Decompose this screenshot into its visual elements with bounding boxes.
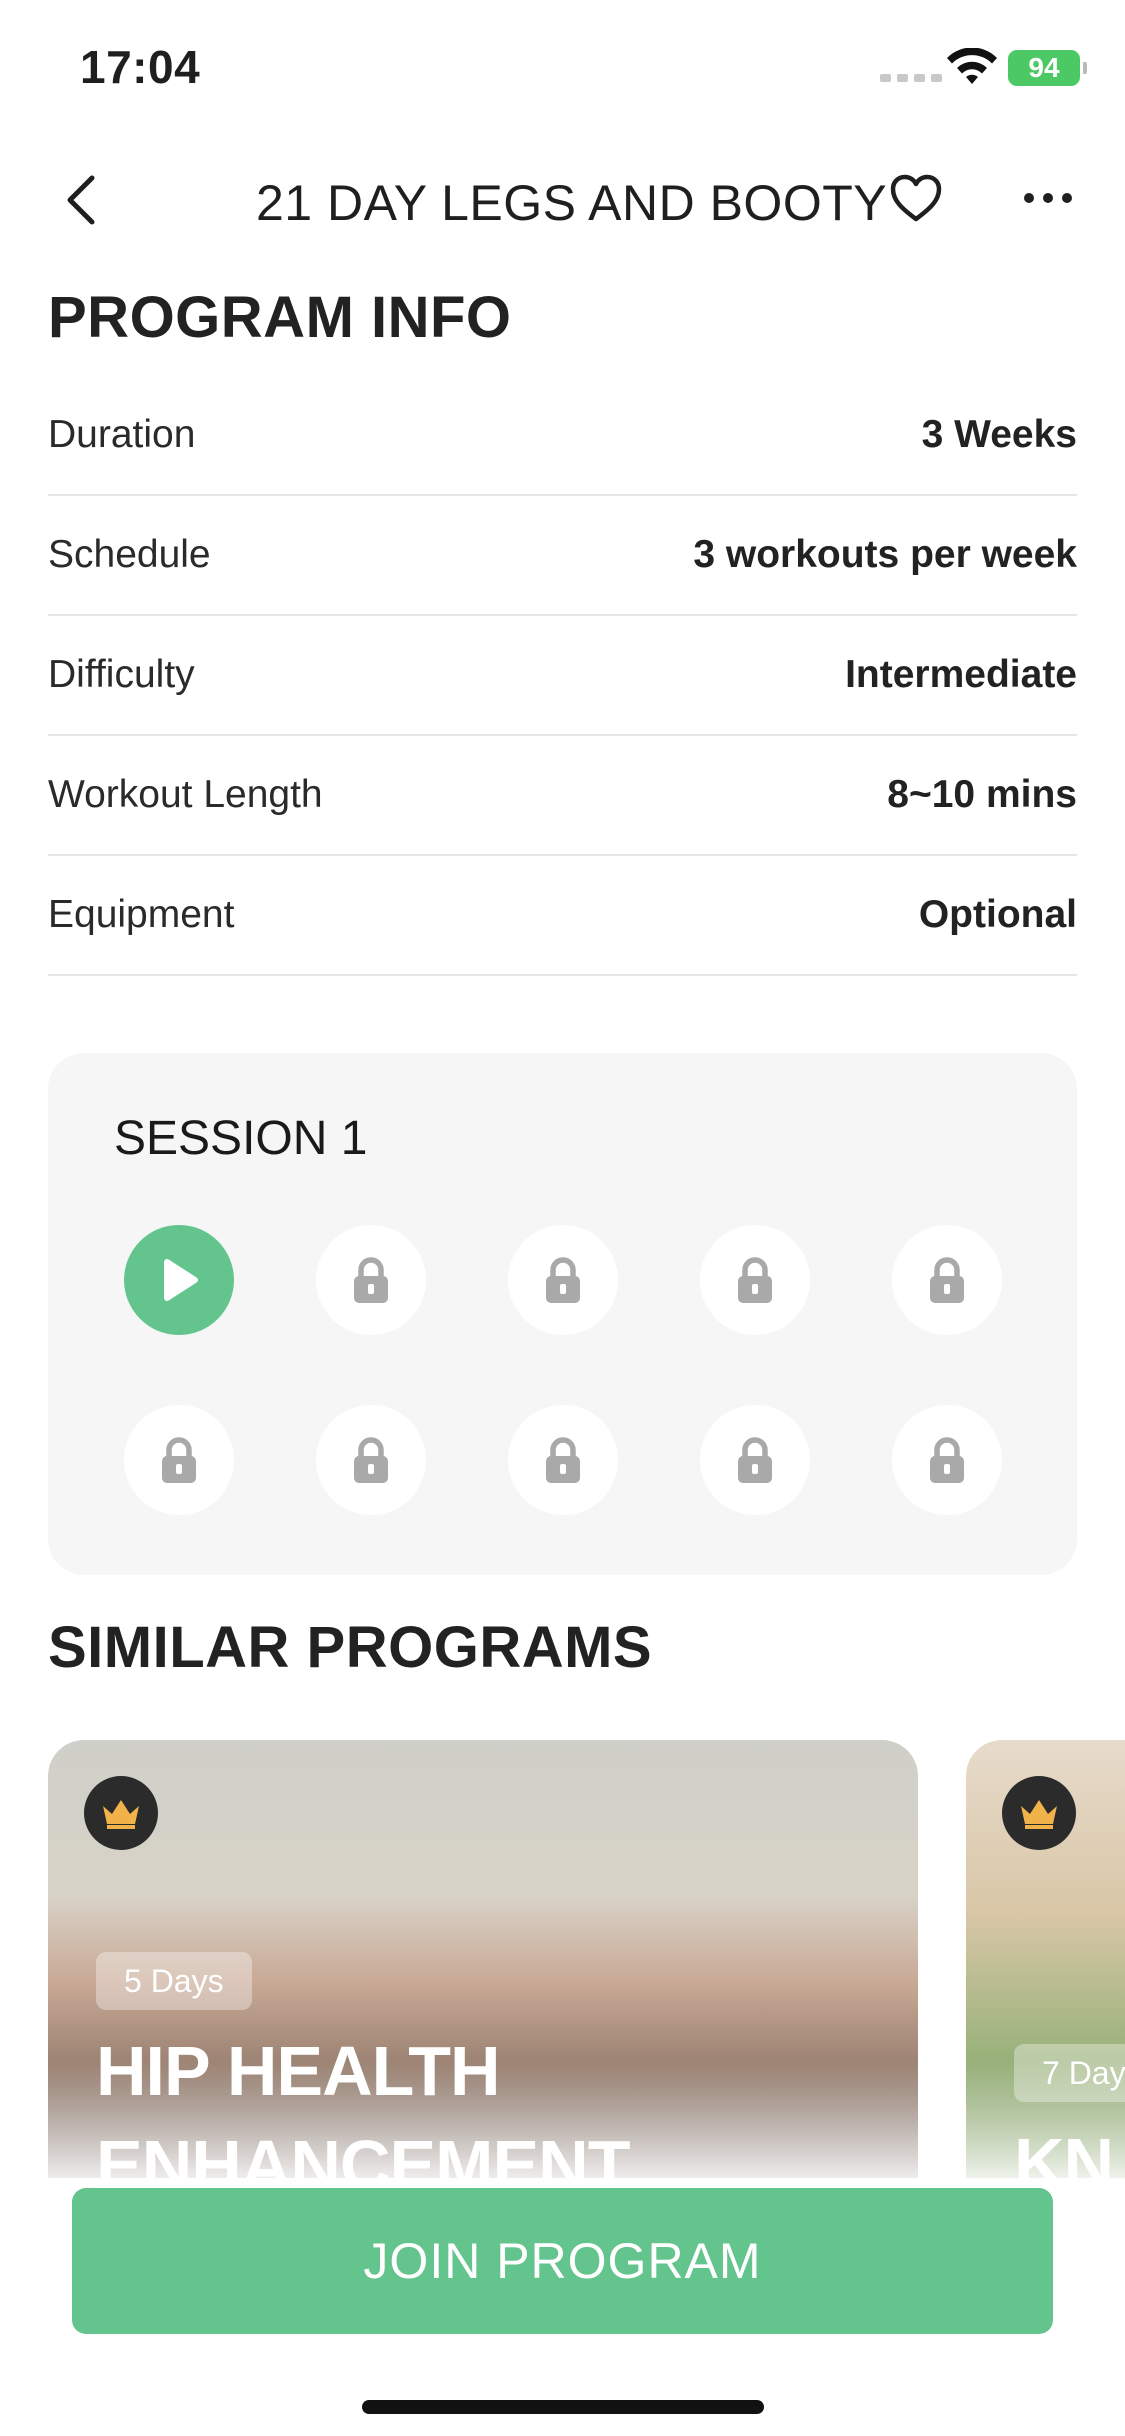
lock-icon (925, 1255, 969, 1305)
info-row-schedule: Schedule 3 workouts per week (48, 496, 1077, 616)
info-row-duration: Duration 3 Weeks (48, 376, 1077, 496)
lock-icon (925, 1435, 969, 1485)
info-value: Optional (918, 893, 1077, 936)
info-row-workout-length: Workout Length 8~10 mins (48, 736, 1077, 856)
workout-locked-item[interactable] (316, 1405, 426, 1515)
wifi-icon (947, 48, 997, 84)
info-value: 3 Weeks (921, 413, 1077, 456)
info-value: 3 workouts per week (693, 533, 1077, 576)
info-value: 8~10 mins (887, 773, 1077, 816)
lock-icon (733, 1435, 777, 1485)
card-fade (966, 2060, 1125, 2180)
info-value: Intermediate (845, 653, 1077, 696)
page-title: 21 DAY LEGS AND BOOTY (256, 175, 888, 231)
nav-header: 21 DAY LEGS AND BOOTY (0, 160, 1125, 240)
lock-icon (541, 1435, 585, 1485)
info-row-difficulty: Difficulty Intermediate (48, 616, 1077, 736)
workout-locked-item[interactable] (700, 1405, 810, 1515)
similar-programs-heading: SIMILAR PROGRAMS (48, 1615, 653, 1680)
workout-locked-item[interactable] (508, 1405, 618, 1515)
workout-locked-item[interactable] (892, 1225, 1002, 1335)
workout-play-button[interactable] (124, 1225, 234, 1335)
program-card[interactable]: 7 Day KN (966, 1740, 1125, 2180)
info-label: Workout Length (48, 773, 323, 816)
lock-icon (733, 1255, 777, 1305)
join-program-button[interactable]: JOIN PROGRAM (72, 2188, 1053, 2334)
session-title: SESSION 1 (114, 1112, 368, 1165)
heart-icon (890, 174, 942, 222)
play-icon (157, 1256, 201, 1304)
crown-icon (84, 1776, 158, 1850)
battery-level: 94 (1028, 52, 1060, 83)
workout-locked-item[interactable] (892, 1405, 1002, 1515)
status-time: 17:04 (80, 41, 201, 93)
ellipsis-icon (1024, 193, 1072, 203)
favorite-button[interactable] (884, 166, 948, 230)
lock-icon (349, 1435, 393, 1485)
workout-locked-item[interactable] (700, 1225, 810, 1335)
lock-icon (349, 1255, 393, 1305)
program-info-heading: PROGRAM INFO (48, 285, 512, 350)
chevron-left-icon (67, 175, 95, 225)
info-label: Difficulty (48, 653, 195, 696)
info-row-equipment: Equipment Optional (48, 856, 1077, 976)
home-indicator (362, 2400, 764, 2414)
program-info-list: Duration 3 Weeks Schedule 3 workouts per… (48, 376, 1077, 976)
card-fade (48, 2060, 918, 2180)
workout-locked-item[interactable] (316, 1225, 426, 1335)
session-card: SESSION 1 (48, 1053, 1077, 1575)
info-label: Equipment (48, 893, 235, 936)
workout-locked-item[interactable] (124, 1405, 234, 1515)
cellular-signal-icon (880, 74, 942, 82)
back-button[interactable] (48, 160, 112, 240)
more-options-button[interactable] (1016, 166, 1080, 230)
crown-icon (1002, 1776, 1076, 1850)
info-label: Schedule (48, 533, 211, 576)
lock-icon (541, 1255, 585, 1305)
days-badge: 5 Days (96, 1952, 252, 2010)
workout-locked-item[interactable] (508, 1225, 618, 1335)
battery-icon: 94 (1008, 50, 1087, 86)
lock-icon (157, 1435, 201, 1485)
bottom-bar: JOIN PROGRAM (0, 2178, 1125, 2436)
info-label: Duration (48, 413, 196, 456)
program-card[interactable]: 5 Days HIP HEALTH ENHANCEMENT (48, 1740, 918, 2180)
status-bar: 17:04 94 (0, 0, 1125, 140)
